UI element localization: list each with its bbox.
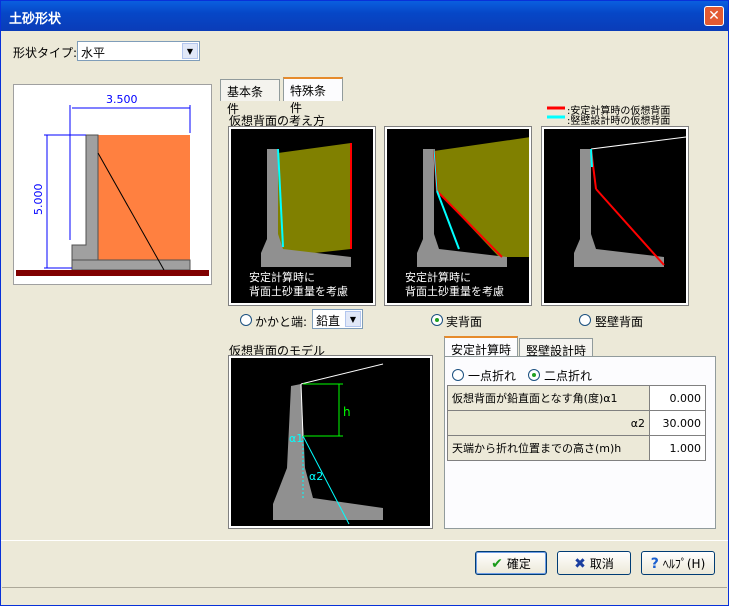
alpha1-label: α1 [289, 432, 303, 445]
shape-preview: 3.500 5.000 [13, 84, 212, 285]
caption2-line1: 安定計算時に [405, 270, 471, 284]
question-icon: ? [650, 556, 659, 572]
ground-bar [16, 270, 209, 276]
radio-wall[interactable] [579, 314, 591, 326]
height-dim-text: 5.000 [32, 184, 45, 216]
wall-fill [273, 384, 383, 520]
title-bar: 土砂形状 ✕ [1, 1, 728, 31]
model-image: h α1 α2 [229, 356, 432, 528]
window-title: 土砂形状 [9, 12, 62, 27]
heel-select-value: 鉛直 [316, 314, 341, 328]
shape-type-label: 形状タイプ: [13, 46, 78, 60]
help-label: ﾍﾙﾌﾟ(H) [662, 557, 706, 571]
radio-heel[interactable] [240, 314, 252, 326]
heel-diagram: 安定計算時に 背面土砂重量を考慮 [249, 143, 352, 298]
radio-one-break-label: 一点折れ [468, 369, 517, 383]
wall-diagram [574, 136, 687, 267]
table-row: 天端から折れ位置までの高さ(m)h 1.000 [447, 435, 706, 461]
soil-area [98, 135, 190, 268]
legend-swatches [547, 106, 565, 119]
dialog-window: 土砂形状 ✕ 形状タイプ: 水平 ▼ 3.500 5.000 基本条件 特殊条件… [0, 0, 729, 606]
base-slab [71, 259, 191, 271]
shape-type-select[interactable]: 水平 ▼ [77, 41, 200, 61]
soil-fill [434, 137, 531, 257]
h-label: h [343, 405, 351, 419]
radio-actual[interactable] [431, 314, 443, 326]
caption2-line2: 背面土砂重量を考慮 [405, 284, 504, 298]
legend-cyan-label: :竪壁設計時の仮想背面 [567, 116, 671, 127]
help-button[interactable]: ? ﾍﾙﾌﾟ(H) [641, 551, 715, 575]
option-image-wall[interactable] [542, 127, 688, 305]
width-dim-text: 3.500 [106, 93, 138, 106]
tab-basic[interactable]: 基本条件 [220, 79, 280, 116]
ok-button[interactable]: ✔ 確定 [475, 551, 547, 575]
param-value-input[interactable]: 1.000 [649, 435, 706, 461]
close-icon[interactable]: ✕ [704, 6, 724, 26]
ok-label: 確定 [506, 557, 531, 571]
wall-shape [71, 134, 99, 261]
tab-stability-label: 安定計算時 [451, 343, 512, 357]
caption1-line2: 背面土砂重量を考慮 [249, 284, 348, 298]
caption1-line1: 安定計算時に [249, 270, 315, 284]
radio-actual-label: 実背面 [446, 315, 483, 329]
option-image-actual[interactable]: 安定計算時に 背面土砂重量を考慮 [385, 127, 531, 305]
param-value-input[interactable]: 30.000 [649, 410, 706, 436]
ground-line [590, 136, 687, 150]
actual-diagram: 安定計算時に 背面土砂重量を考慮 [405, 137, 531, 298]
radio-two-break-label: 二点折れ [544, 369, 593, 383]
param-label: 仮想背面が鉛直面となす角(度)α1 [447, 385, 650, 411]
heel-select[interactable]: 鉛直 ▼ [312, 309, 363, 329]
tab-special-label: 特殊条件 [290, 84, 327, 115]
tab-special[interactable]: 特殊条件 [283, 77, 343, 115]
chevron-down-icon: ▼ [345, 311, 361, 327]
radio-wall-label: 竪壁背面 [595, 315, 644, 329]
alpha2-label: α2 [309, 470, 323, 483]
cancel-label: 取消 [589, 557, 614, 571]
wall-back-line [590, 148, 593, 168]
radio-heel-label: かかと端: [255, 315, 308, 329]
radio-two-break[interactable] [528, 369, 540, 381]
x-icon: ✖ [574, 556, 586, 572]
param-label: α2 [447, 410, 650, 436]
table-row: α2 30.000 [447, 410, 706, 436]
cancel-button[interactable]: ✖ 取消 [557, 551, 631, 575]
ground-line [300, 363, 384, 385]
param-table: 仮想背面が鉛直面となす角(度)α1 0.000 α2 30.000 天端から折れ… [447, 385, 706, 461]
param-label: 天端から折れ位置までの高さ(m)h [447, 435, 650, 461]
preview-drawing: 3.500 5.000 [16, 93, 209, 276]
stability-panel: 一点折れ 二点折れ 仮想背面が鉛直面となす角(度)α1 0.000 α2 30.… [444, 356, 716, 529]
radio-one-break[interactable] [452, 369, 464, 381]
option-image-heel[interactable]: 安定計算時に 背面土砂重量を考慮 [229, 127, 375, 305]
table-row: 仮想背面が鉛直面となす角(度)α1 0.000 [447, 385, 706, 411]
status-bar [2, 587, 727, 605]
check-icon: ✔ [491, 556, 503, 572]
model-diagram: h α1 α2 [273, 363, 384, 525]
chevron-down-icon: ▼ [182, 43, 198, 59]
divider [1, 540, 728, 541]
shape-type-value: 水平 [81, 46, 106, 60]
param-value-input[interactable]: 0.000 [649, 385, 706, 411]
soil-fill [278, 143, 351, 257]
